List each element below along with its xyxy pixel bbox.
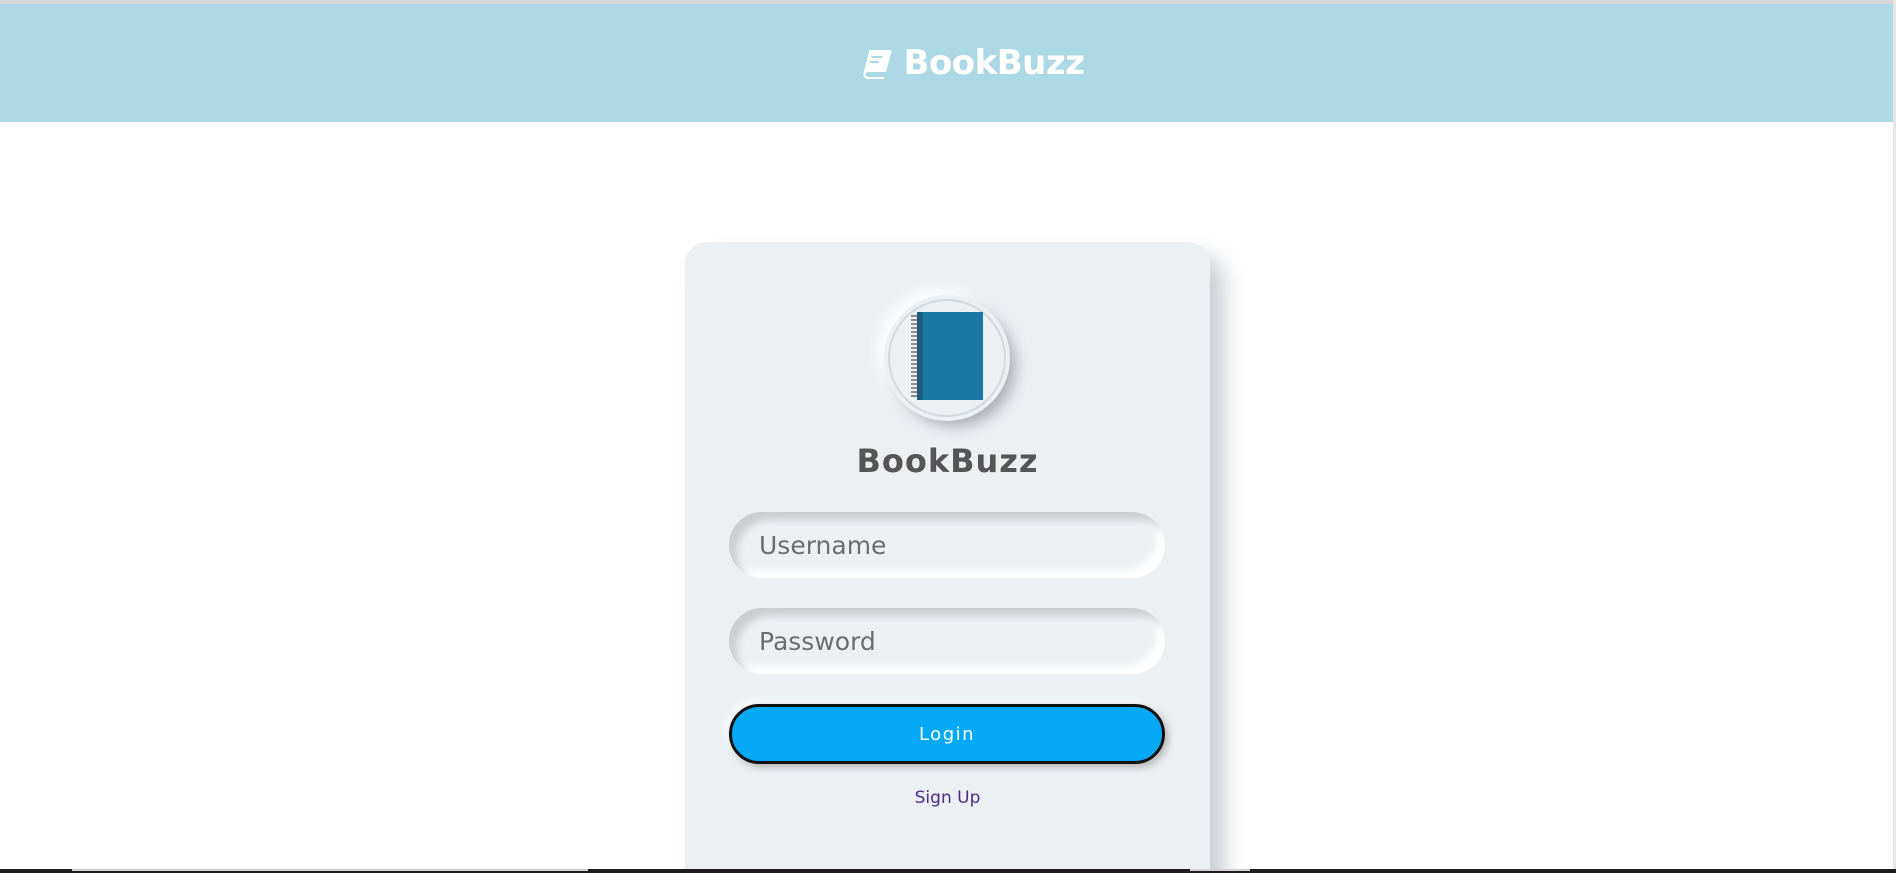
password-input[interactable] (729, 608, 1165, 674)
password-field (729, 608, 1165, 674)
brand-text: BookBuzz (903, 43, 1085, 83)
username-field (729, 512, 1165, 578)
page: BookBuzz BookBuzz Username Login Sign Up (0, 0, 1896, 873)
brand-link[interactable]: BookBuzz (862, 43, 1085, 83)
bottom-border-segment (1190, 869, 1250, 871)
notebook-icon (909, 310, 985, 406)
card-title: BookBuzz (856, 442, 1039, 480)
navbar: BookBuzz (0, 4, 1896, 122)
window-bottom-border (0, 869, 1896, 873)
avatar (887, 298, 1007, 418)
login-card: BookBuzz Login Sign Up (685, 242, 1210, 873)
bottom-border-segment (72, 869, 588, 871)
book-icon (862, 47, 894, 79)
signup-link[interactable]: Sign Up (685, 788, 1210, 808)
username-input[interactable] (729, 512, 1165, 578)
login-button[interactable]: Login (729, 704, 1165, 764)
avatar-frame (888, 299, 1006, 417)
